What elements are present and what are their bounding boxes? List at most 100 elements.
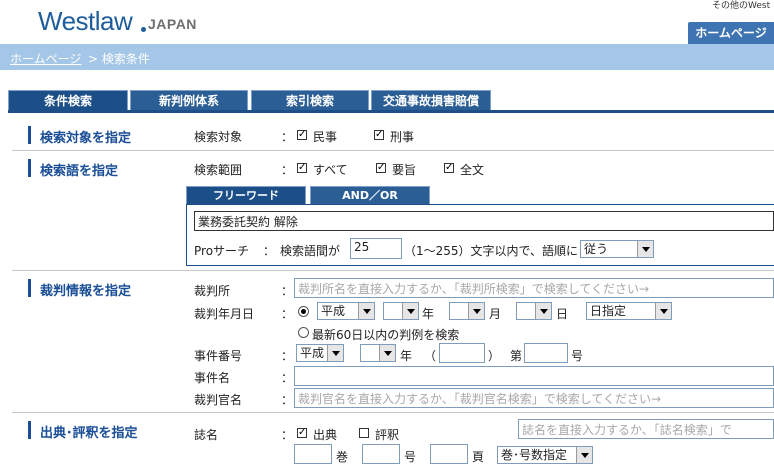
- year-unit: 年: [422, 307, 435, 321]
- date-month-select[interactable]: [449, 302, 485, 320]
- pro-distance-input[interactable]: 25: [350, 238, 402, 259]
- logo-japan: JAPAN: [148, 16, 197, 32]
- section-marker: [28, 421, 31, 439]
- review-checkbox[interactable]: [359, 428, 369, 438]
- date-era-select[interactable]: 平成: [317, 302, 375, 320]
- date-year-select[interactable]: [383, 302, 419, 320]
- volume-unit: 巻: [336, 450, 349, 464]
- section-title-court: 裁判情報を指定: [40, 284, 132, 299]
- date-day-select[interactable]: [516, 302, 552, 320]
- colon: ：: [281, 284, 294, 298]
- case-symbol-input[interactable]: [439, 343, 485, 363]
- chevron-down-icon: [402, 303, 418, 319]
- chevron-down-icon: [327, 345, 343, 361]
- judge-input[interactable]: 裁判官名を直接入力するか、「裁判官名検索」で検索してください→: [294, 388, 774, 408]
- breadcrumb-current: > 検索条件: [88, 52, 150, 66]
- section-title-target: 検索対象を指定: [40, 131, 132, 146]
- page-input[interactable]: [430, 444, 468, 464]
- case-gou-label: 号: [571, 349, 584, 363]
- case-name-label: 事件名: [194, 371, 231, 385]
- word-order-select[interactable]: 従う: [580, 240, 654, 258]
- section-marker: [28, 126, 31, 144]
- colon: ：: [281, 393, 294, 407]
- range-all-checkbox[interactable]: ✓: [297, 163, 307, 173]
- case-dai-label: 第: [510, 349, 523, 363]
- recent-60-label: 最新60日以内の判例を検索: [312, 328, 460, 342]
- range-summary-checkbox[interactable]: ✓: [376, 163, 386, 173]
- judge-label: 裁判官名: [194, 393, 243, 407]
- case-name-input[interactable]: [294, 366, 774, 386]
- paren-open: （: [424, 349, 437, 363]
- range-all-label: すべて: [313, 163, 348, 177]
- colon: ：: [281, 428, 294, 442]
- pro-search-label: Proサーチ: [194, 244, 250, 258]
- chevron-down-icon: [637, 241, 653, 257]
- range-full-checkbox[interactable]: ✓: [444, 163, 454, 173]
- recent-60-radio[interactable]: [298, 327, 309, 338]
- section-marker: [28, 159, 31, 177]
- tab-free-word[interactable]: フリーワード: [186, 186, 306, 204]
- civil-label: 民事: [313, 130, 338, 144]
- criminal-checkbox[interactable]: ✓: [374, 130, 384, 140]
- section-title-keyword: 検索語を指定: [40, 164, 119, 179]
- colon: ：: [281, 371, 294, 385]
- volume-input[interactable]: [294, 444, 332, 464]
- other-westlaw-link[interactable]: その他のWest: [712, 0, 770, 11]
- colon: ：: [281, 163, 294, 177]
- section-title-source: 出典･評釈を指定: [40, 426, 138, 441]
- tab-underline: [8, 110, 774, 113]
- breadcrumb-home-link[interactable]: ホームページ: [10, 50, 81, 67]
- range-label: 検索範囲: [194, 163, 243, 177]
- section-divider: [12, 412, 774, 413]
- day-unit: 日: [556, 307, 569, 321]
- colon: ：: [263, 244, 276, 258]
- section-divider: [12, 150, 774, 151]
- chevron-down-icon: [535, 303, 551, 319]
- pro-prefix: 検索語間が: [280, 244, 341, 258]
- tab-traffic-accident[interactable]: 交通事故損害賠償: [371, 90, 491, 110]
- case-year-select[interactable]: [360, 344, 396, 362]
- case-number-label: 事件番号: [194, 349, 243, 363]
- criminal-label: 刑事: [390, 130, 415, 144]
- section-marker: [28, 279, 31, 297]
- logo-dot: [141, 27, 146, 32]
- home-button[interactable]: ホームページ: [688, 22, 774, 44]
- tab-new-precedent[interactable]: 新判例体系: [130, 90, 248, 110]
- source-label: 出典: [313, 428, 338, 442]
- case-year-unit: 年: [400, 349, 413, 363]
- tab-and-or[interactable]: AND／OR: [310, 186, 430, 204]
- court-input[interactable]: 裁判所名を直接入力するか、「裁判所検索」で検索してください→: [294, 278, 774, 298]
- tab-index-search[interactable]: 索引検索: [251, 90, 369, 110]
- date-label: 裁判年月日: [194, 307, 255, 321]
- volume-spec-select[interactable]: 巻･号数指定: [497, 446, 593, 464]
- colon: ：: [281, 307, 294, 321]
- paren-close: ）: [488, 349, 501, 363]
- chevron-down-icon: [358, 303, 374, 319]
- range-full-label: 全文: [460, 163, 485, 177]
- page-unit: 頁: [472, 450, 485, 464]
- month-unit: 月: [489, 307, 502, 321]
- target-label: 検索対象: [194, 130, 243, 144]
- court-label: 裁判所: [194, 284, 231, 298]
- issue-input[interactable]: [362, 444, 400, 464]
- chevron-down-icon: [655, 303, 671, 319]
- date-specify-radio[interactable]: [298, 306, 309, 317]
- civil-checkbox[interactable]: ✓: [297, 130, 307, 140]
- chevron-down-icon: [379, 345, 395, 361]
- journal-label: 誌名: [194, 428, 219, 442]
- case-era-select[interactable]: 平成: [296, 344, 344, 362]
- colon: ：: [281, 349, 294, 363]
- review-label: 評釈: [375, 428, 400, 442]
- colon: ：: [281, 130, 294, 144]
- keyword-input[interactable]: 業務委託契約 解除: [194, 211, 774, 231]
- case-number-input[interactable]: [524, 343, 568, 363]
- source-checkbox[interactable]: ✓: [297, 428, 307, 438]
- date-mode-select[interactable]: 日指定: [586, 302, 672, 320]
- issue-unit: 号: [404, 450, 417, 464]
- chevron-down-icon: [468, 303, 484, 319]
- range-summary-label: 要旨: [392, 163, 417, 177]
- chevron-down-icon: [576, 447, 592, 463]
- tab-condition-search[interactable]: 条件検索: [8, 90, 128, 110]
- journal-input[interactable]: 誌名を直接入力するか、「誌名検索」で: [518, 419, 774, 439]
- pro-suffix: （1～255）文字以内で、語順に: [404, 244, 579, 258]
